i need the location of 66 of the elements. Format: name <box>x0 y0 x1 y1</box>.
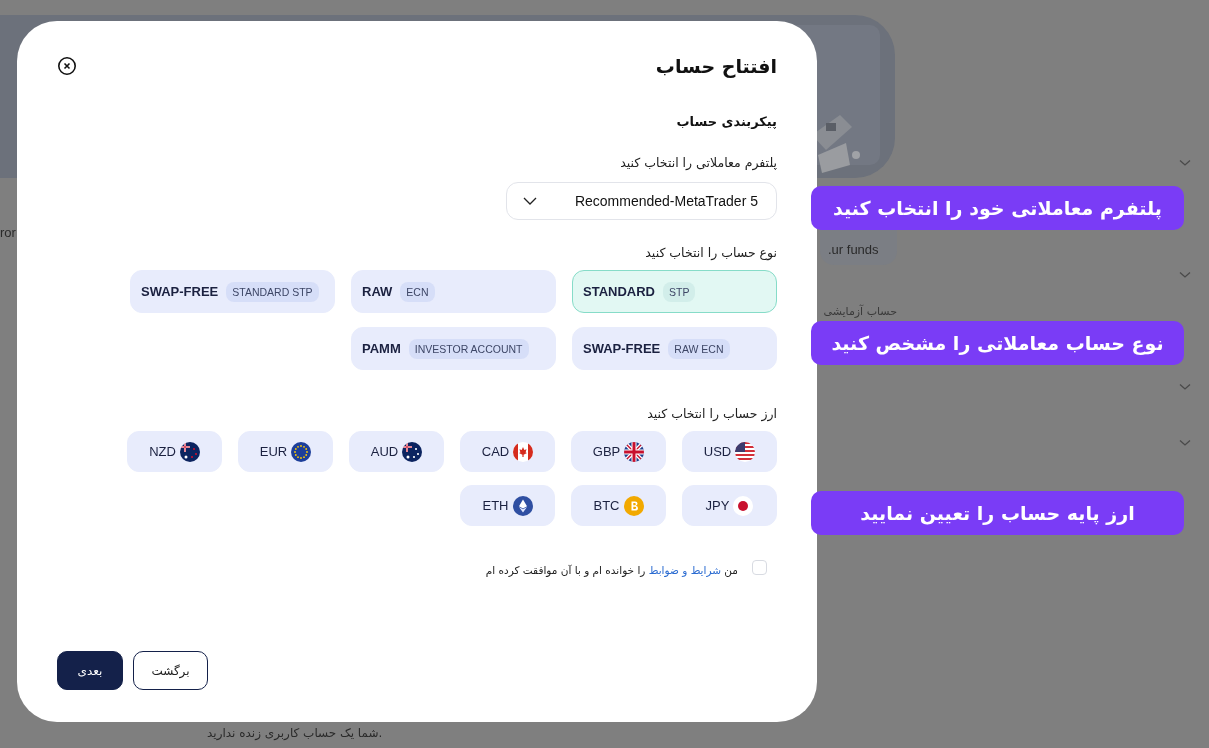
currency-code: CAD <box>481 444 510 459</box>
account-type-name: PAMM <box>362 341 401 356</box>
flag-icon <box>733 495 754 516</box>
account-type-tag: STP <box>663 281 696 302</box>
account-type-option[interactable]: SWAP-FREE RAW ECN <box>572 327 777 370</box>
currency-code: AUD <box>370 444 399 459</box>
coin-icon <box>623 495 644 516</box>
cut-text: ror <box>0 225 16 242</box>
coin-icon <box>512 495 533 516</box>
flag-icon <box>624 441 645 462</box>
currency-code: GBP <box>592 444 621 459</box>
account-type-name: STANDARD <box>583 284 655 299</box>
currency-option[interactable]: USD <box>682 431 777 472</box>
currency-code: USD <box>703 444 732 459</box>
flag-icon <box>179 441 200 462</box>
account-type-name: SWAP-FREE <box>583 341 661 356</box>
footer-text: شما یک حساب کاربری زنده ندارید. <box>207 726 383 740</box>
modal-title: افتتاح حساب <box>655 55 777 77</box>
flag-icon <box>291 441 312 462</box>
currency-code: EUR <box>259 444 288 459</box>
account-type-option[interactable]: STANDARD STP <box>572 270 777 313</box>
account-type-tag: RAW ECN <box>668 338 730 359</box>
field-label: پلتفرم معاملاتی را انتخاب کنید <box>619 155 777 170</box>
currency-code: BTC <box>593 498 620 513</box>
terms-text: من شرایط و ضوابط را خوانده ام و با آن موافقت کرده ام <box>485 564 738 576</box>
funds-text: .ur funds <box>828 241 879 257</box>
chevron-icon[interactable] <box>1179 383 1191 391</box>
field-label: نوع حساب را انتخاب کنید <box>644 245 777 260</box>
currency-code: NZD <box>149 444 176 459</box>
chevron-icon[interactable] <box>1179 159 1191 167</box>
chevron-icon[interactable] <box>1179 271 1191 279</box>
currency-option[interactable]: BTC <box>571 485 666 526</box>
back-button[interactable]: برگشت <box>133 651 208 690</box>
terms-link[interactable]: شرایط و ضوابط <box>648 564 722 576</box>
section-title: پیکربندی حساب <box>675 114 777 129</box>
currency-option[interactable]: ETH <box>460 485 555 526</box>
account-type-tag: INVESTOR ACCOUNT <box>408 338 529 359</box>
platform-select[interactable]: Recommended-MetaTrader 5 <box>506 182 777 220</box>
account-type-option[interactable]: RAW ECN <box>351 270 556 313</box>
callout-label: ارز پایه حساب را تعیین نمایید <box>811 491 1184 535</box>
account-type-name: SWAP-FREE <box>141 284 219 299</box>
currency-option[interactable]: GBP <box>571 431 666 472</box>
account-type-name: RAW <box>362 284 393 299</box>
account-type-option[interactable]: PAMM INVESTOR ACCOUNT <box>351 327 556 370</box>
demo-account-label: حساب آزمایشی <box>823 305 897 318</box>
currency-code: ETH <box>482 498 509 513</box>
account-type-tag: STANDARD STP <box>226 281 319 302</box>
field-label: ارز حساب را انتخاب کنید <box>646 406 777 421</box>
next-button[interactable]: بعدی <box>57 651 123 690</box>
flag-icon <box>735 441 756 462</box>
flag-icon <box>402 441 423 462</box>
chevron-icon[interactable] <box>1179 439 1191 447</box>
currency-option[interactable]: EUR <box>238 431 333 472</box>
currency-option[interactable]: AUD <box>349 431 444 472</box>
account-type-option[interactable]: SWAP-FREE STANDARD STP <box>130 270 335 313</box>
close-icon[interactable] <box>57 56 77 76</box>
callout-label: پلتفرم معاملاتی خود را انتخاب کنید <box>811 186 1184 230</box>
terms-checkbox[interactable] <box>752 559 767 575</box>
chevron-icon <box>523 197 537 205</box>
currency-code: JPY <box>705 498 730 513</box>
currency-option[interactable]: CAD <box>460 431 555 472</box>
callout-label: نوع حساب معاملاتی را مشخص کنید <box>811 321 1184 365</box>
currency-option[interactable]: NZD <box>127 431 222 472</box>
currency-option[interactable]: JPY <box>682 485 777 526</box>
account-type-tag: ECN <box>400 281 435 302</box>
flag-icon <box>513 441 534 462</box>
